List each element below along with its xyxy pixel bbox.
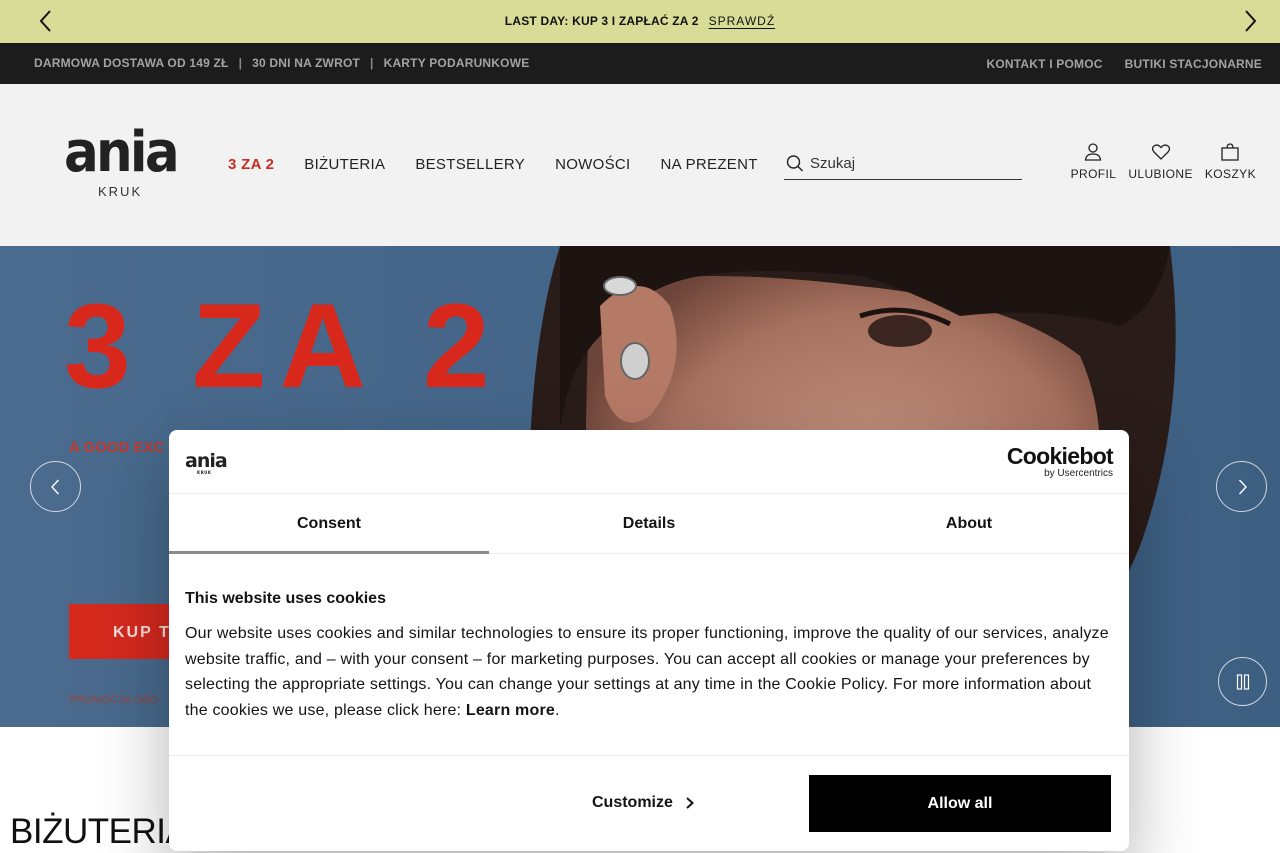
separator: | xyxy=(370,56,374,70)
tab-consent[interactable]: Consent xyxy=(169,494,489,554)
dialog-logo-word: ania xyxy=(185,450,228,472)
stores-link[interactable]: BUTIKI STACJONARNE xyxy=(1125,57,1262,71)
search-icon[interactable] xyxy=(786,154,804,172)
promo-next-button[interactable] xyxy=(1238,8,1262,34)
separator: | xyxy=(238,56,243,70)
promo-message-row: LAST DAY: KUP 3 I ZAPŁAĆ ZA 2 SPRAWDŹ xyxy=(0,14,1280,28)
dialog-logo: ania KRUK xyxy=(185,450,228,475)
customize-button[interactable]: Customize xyxy=(592,794,697,812)
tab-details[interactable]: Details xyxy=(489,494,809,553)
nav-item-na-prezent[interactable]: NA PREZENT xyxy=(661,156,758,173)
dialog-tabs: Consent Details About xyxy=(169,493,1129,554)
chevron-right-icon xyxy=(1245,10,1257,32)
promo-cta-link[interactable]: SPRAWDŹ xyxy=(709,14,776,28)
user-icon xyxy=(1085,143,1102,161)
cart-label: KOSZYK xyxy=(1204,167,1256,181)
allow-all-button[interactable]: Allow all xyxy=(809,775,1111,832)
hero-pause-button[interactable] xyxy=(1218,657,1267,706)
cart-button[interactable]: KOSZYK xyxy=(1205,142,1256,181)
dialog-body: Our website uses cookies and similar tec… xyxy=(185,621,1113,723)
chevron-right-icon xyxy=(686,797,694,809)
hero-headline: 3 ZA 2 xyxy=(64,286,504,406)
dialog-body-text: Our website uses cookies and similar tec… xyxy=(185,625,1109,719)
info-bar: DARMOWA DOSTAWA OD 149 ZŁ | 30 DNI NA ZW… xyxy=(0,43,1280,84)
contact-help-link[interactable]: KONTAKT I POMOC xyxy=(987,57,1103,71)
section-title: BIŻUTERIA xyxy=(10,812,189,851)
main-nav: 3 ZA 2 BIŻUTERIA BESTSELLERY NOWOŚCI NA … xyxy=(228,156,758,173)
nav-item-nowosci[interactable]: NOWOŚCI xyxy=(555,156,630,173)
info-links-left: DARMOWA DOSTAWA OD 149 ZŁ | 30 DNI NA ZW… xyxy=(34,56,529,70)
returns-link[interactable]: 30 DNI NA ZWROT xyxy=(252,56,360,70)
nav-item-3za2[interactable]: 3 ZA 2 xyxy=(228,156,274,173)
header-actions: PROFIL ULUBIONE KOSZYK xyxy=(1071,142,1256,181)
chevron-left-icon xyxy=(50,479,59,494)
site-logo[interactable]: ania KRUK xyxy=(64,120,180,204)
hero-tagline: A GOOD EXC xyxy=(69,439,165,456)
promo-bar: LAST DAY: KUP 3 I ZAPŁAĆ ZA 2 SPRAWDŹ xyxy=(0,0,1280,43)
gift-cards-link[interactable]: KARTY PODARUNKOWE xyxy=(384,56,530,70)
cookie-consent-dialog: ania KRUK Cookiebot by Usercentrics Cons… xyxy=(169,430,1129,851)
promo-message: LAST DAY: KUP 3 I ZAPŁAĆ ZA 2 xyxy=(504,14,699,28)
hero-prev-button[interactable] xyxy=(30,461,81,512)
dialog-heading: This website uses cookies xyxy=(185,590,386,607)
cookiebot-brand: Cookiebot xyxy=(1006,443,1114,469)
site-header: ania KRUK 3 ZA 2 BIŻUTERIA BESTSELLERY N… xyxy=(0,84,1280,246)
logo-word: ania xyxy=(64,120,180,185)
hero-next-button[interactable] xyxy=(1216,461,1267,512)
search-box xyxy=(784,150,1022,180)
learn-more-link[interactable]: Learn more xyxy=(466,702,555,719)
bag-icon xyxy=(1221,143,1240,161)
cookiebot-brand-sub: by Usercentrics xyxy=(1044,468,1113,479)
search-input[interactable] xyxy=(810,150,1010,176)
favorites-button[interactable]: ULUBIONE xyxy=(1128,142,1193,181)
customize-label: Customize xyxy=(592,794,673,811)
profile-label: PROFIL xyxy=(1070,167,1117,181)
logo-sub: KRUK xyxy=(98,184,143,199)
nav-item-bizuteria[interactable]: BIŻUTERIA xyxy=(304,156,385,173)
pause-icon xyxy=(1236,673,1249,690)
favorites-label: ULUBIONE xyxy=(1128,167,1193,181)
heart-icon xyxy=(1151,144,1170,160)
free-delivery-link[interactable]: DARMOWA DOSTAWA OD 149 ZŁ xyxy=(34,56,229,70)
tab-about[interactable]: About xyxy=(809,494,1129,553)
hero-fineprint: PROMOCJA OBO xyxy=(69,694,159,706)
dialog-footer: Customize Allow all xyxy=(169,755,1129,851)
chevron-right-icon xyxy=(1238,479,1247,494)
info-links-right: KONTAKT I POMOC BUTIKI STACJONARNE xyxy=(987,57,1263,71)
nav-item-bestsellery[interactable]: BESTSELLERY xyxy=(415,156,525,173)
cookiebot-logo[interactable]: Cookiebot by Usercentrics xyxy=(1006,443,1114,480)
dialog-body-period: . xyxy=(554,701,560,719)
profile-button[interactable]: PROFIL xyxy=(1071,142,1117,181)
